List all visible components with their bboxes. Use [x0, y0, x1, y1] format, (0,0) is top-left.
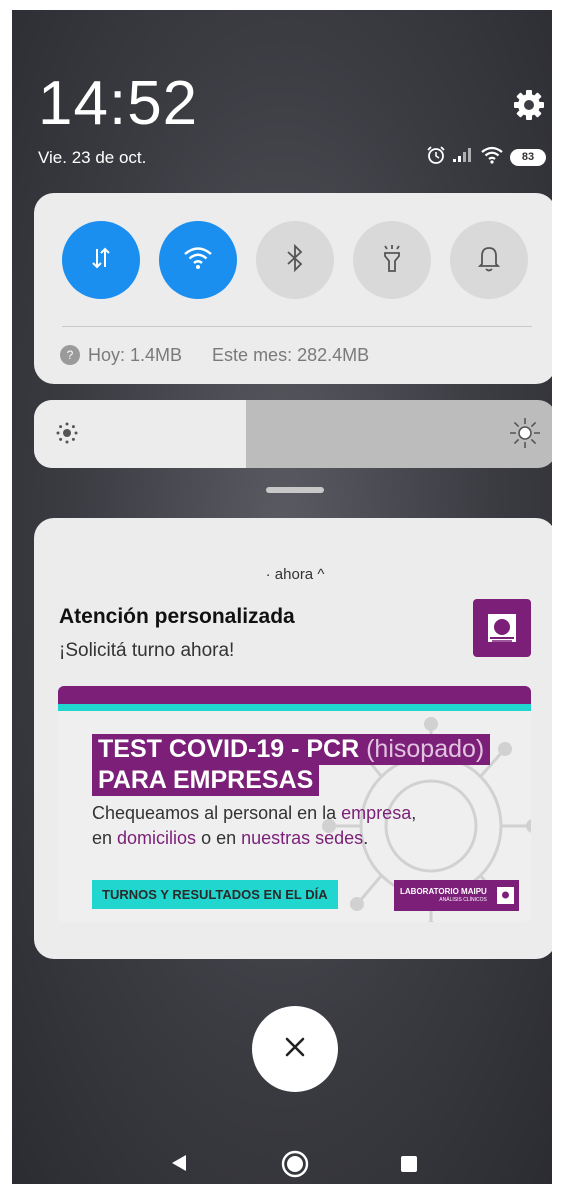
bluetooth-icon — [284, 243, 306, 277]
banner-headline-1-text: TEST COVID-19 - PCR — [98, 735, 360, 763]
recents-icon[interactable] — [401, 1156, 417, 1172]
brightness-low-icon — [54, 420, 80, 451]
quick-settings-divider — [62, 326, 532, 327]
close-icon — [284, 1036, 306, 1063]
banner-text: , — [411, 803, 417, 823]
banner-text-line-1: Chequeamos al personal en la empresa, — [92, 803, 416, 824]
notification-shade: 14:52 Vie. 23 de oct. 83 ? Hoy: 1.4MB Es… — [12, 10, 552, 1184]
settings-gear-icon[interactable] — [513, 89, 545, 121]
alarm-icon — [426, 145, 446, 170]
banner-text: . — [363, 828, 369, 848]
notification-title: Atención personalizada — [59, 605, 295, 628]
flashlight-icon — [379, 243, 405, 278]
data-usage[interactable]: ? Hoy: 1.4MB Este mes: 282.4MB — [60, 339, 369, 371]
quick-settings-panel: ? Hoy: 1.4MB Este mes: 282.4MB — [34, 193, 552, 384]
banner-text: Chequeamos al personal en la — [92, 803, 342, 823]
bell-icon — [476, 244, 502, 277]
signal-icon — [452, 147, 474, 168]
wifi-icon — [183, 246, 213, 275]
wifi-toggle[interactable] — [159, 221, 237, 299]
notification-body: ¡Solicitá turno ahora! — [59, 640, 235, 661]
banner-headline-2: PARA EMPRESAS — [92, 765, 320, 796]
banner-text-highlight: domicilios — [117, 828, 197, 848]
notification-card[interactable]: · ahora ^ Atención personalizada ¡Solici… — [34, 518, 552, 959]
wifi-status-icon — [480, 146, 504, 169]
app-logo-icon — [473, 599, 531, 657]
banner-headline-1: TEST COVID-19 - PCR (hisopado) — [92, 734, 491, 765]
banner-text-highlight: empresa — [341, 803, 412, 823]
banner-top-bar — [58, 686, 531, 704]
banner-text-line-2: en domicilios o en nuestras sedes. — [92, 828, 368, 849]
clear-notifications-button[interactable] — [252, 1006, 338, 1092]
banner-text-highlight: nuestras sedes — [241, 828, 364, 848]
home-icon[interactable] — [280, 1149, 310, 1184]
banner-lab-subtitle: ANÁLISIS CLÍNICOS — [439, 896, 487, 903]
promo-banner-image[interactable]: TEST COVID-19 - PCR (hisopado) PARA EMPR… — [58, 686, 531, 922]
battery-indicator: 83 — [510, 148, 546, 166]
banner-lab-name: LABORATORIO MAIPU ANÁLISIS CLÍNICOS — [400, 887, 487, 905]
sound-toggle[interactable] — [450, 221, 528, 299]
banner-text: o en — [196, 828, 242, 848]
usage-today: Hoy: 1.4MB — [88, 344, 183, 365]
panel-drag-handle[interactable] — [266, 487, 324, 493]
mobile-data-toggle[interactable] — [62, 221, 140, 299]
flashlight-toggle[interactable] — [353, 221, 431, 299]
notification-time[interactable]: · ahora ^ — [34, 566, 552, 583]
usage-month: Este mes: 282.4MB — [212, 344, 370, 365]
status-icons: 83 — [426, 145, 546, 170]
brightness-slider[interactable] — [34, 400, 552, 468]
date: Vie. 23 de oct. — [38, 148, 147, 167]
banner-text: en — [92, 828, 118, 848]
clock: 14:52 — [38, 69, 199, 138]
brightness-high-icon — [508, 416, 542, 455]
banner-lab-title: LABORATORIO MAIPU — [400, 886, 487, 896]
lab-logo-icon — [497, 887, 514, 904]
navigation-bar — [12, 1149, 552, 1184]
mobile-data-icon — [88, 245, 114, 276]
banner-lab-logo: LABORATORIO MAIPU ANÁLISIS CLÍNICOS — [394, 880, 519, 911]
banner-tag: TURNOS Y RESULTADOS EN EL DÍA — [92, 880, 338, 909]
banner-headline-1-sub: (hisopado) — [366, 735, 485, 763]
bluetooth-toggle[interactable] — [256, 221, 334, 299]
back-icon[interactable] — [168, 1152, 188, 1179]
help-icon: ? — [60, 345, 80, 365]
